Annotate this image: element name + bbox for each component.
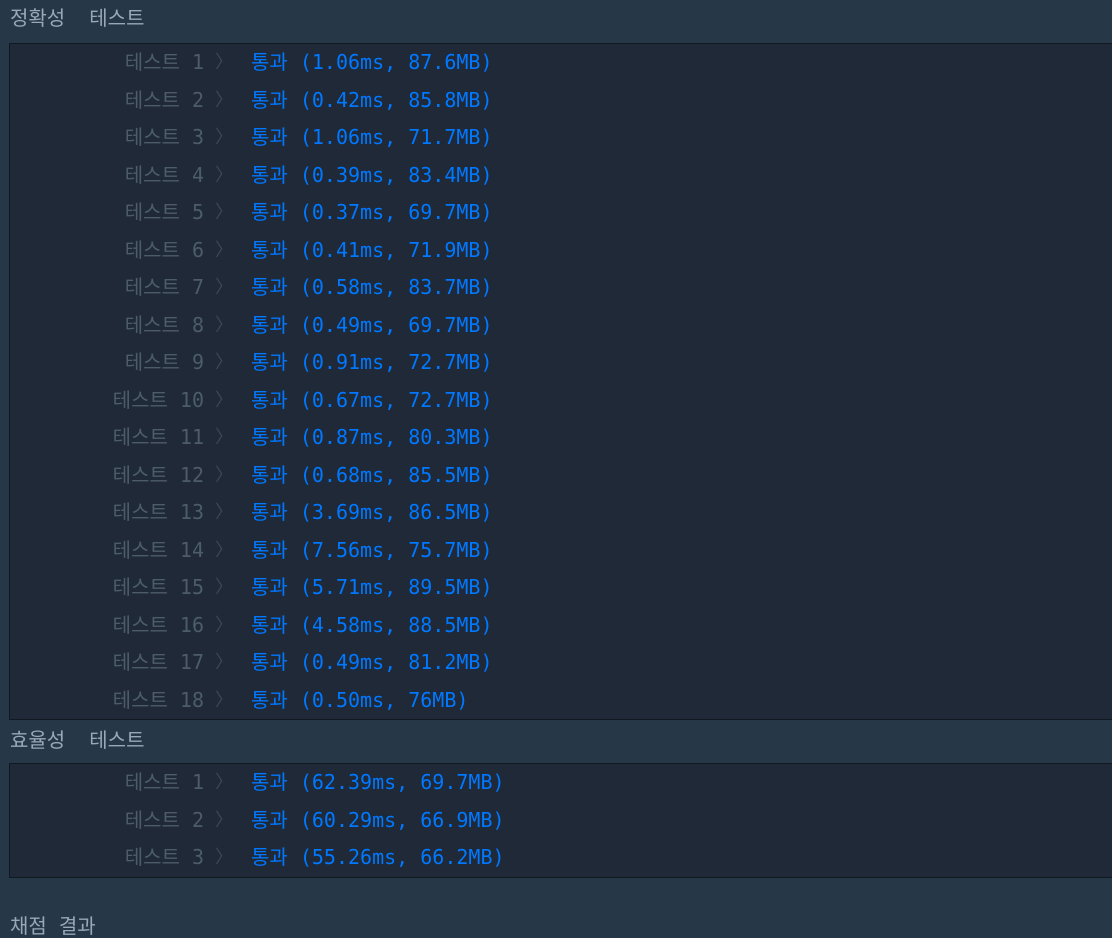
chevron-right-icon: 〉 xyxy=(215,539,233,561)
test-label: 테스트 9 xyxy=(124,350,204,374)
chevron-right-icon: 〉 xyxy=(215,352,233,373)
chevron-right-icon: 〉 xyxy=(215,464,233,486)
test-label: 테스트 3 xyxy=(124,125,204,149)
test-result: 통과 (4.58ms, 88.5MB) xyxy=(251,612,493,637)
chevron-right-icon: 〉 xyxy=(215,202,233,223)
chevron-right-icon: 〉 xyxy=(215,89,233,111)
test-label: 테스트 3 xyxy=(124,845,204,869)
test-result: 통과 (55.26ms, 66.2MB) xyxy=(251,845,505,869)
test-label: 테스트 1 xyxy=(124,50,204,74)
result-row: 테스트 12 〉 통과 (0.68ms, 85.5MB) xyxy=(10,457,1112,494)
result-row: 테스트 4 〉 통과 (0.39ms, 83.4MB) xyxy=(10,157,1112,194)
test-result: 통과 (0.37ms, 69.7MB) xyxy=(251,200,493,224)
section-title-efficiency: 효율성 테스트 xyxy=(10,728,145,752)
test-result: 통과 (0.39ms, 83.4MB) xyxy=(251,162,493,187)
result-row: 테스트 3 〉 통과 (55.26ms, 66.2MB) xyxy=(10,839,1112,876)
test-label: 테스트 16 xyxy=(112,612,204,637)
chevron-right-icon: 〉 xyxy=(215,689,233,711)
test-label: 테스트 2 xyxy=(124,87,204,112)
chevron-right-icon: 〉 xyxy=(215,427,233,448)
test-label: 테스트 12 xyxy=(112,462,204,487)
result-row: 테스트 8 〉 통과 (0.49ms, 69.7MB) xyxy=(10,307,1112,344)
chevron-right-icon: 〉 xyxy=(215,652,233,673)
test-label: 테스트 18 xyxy=(112,687,204,712)
chevron-right-icon: 〉 xyxy=(215,239,233,261)
result-row: 테스트 3 〉 통과 (1.06ms, 71.7MB) xyxy=(10,119,1112,156)
test-label: 테스트 10 xyxy=(112,387,204,412)
result-row: 테스트 6 〉 통과 (0.41ms, 71.9MB) xyxy=(10,232,1112,269)
result-row: 테스트 1 〉 통과 (1.06ms, 87.6MB) xyxy=(10,44,1112,81)
result-row: 테스트 9 〉 통과 (0.91ms, 72.7MB) xyxy=(10,344,1112,381)
test-label: 테스트 15 xyxy=(112,575,204,599)
test-result: 통과 (7.56ms, 75.7MB) xyxy=(251,537,493,562)
chevron-right-icon: 〉 xyxy=(215,127,233,148)
chevron-right-icon: 〉 xyxy=(215,614,233,636)
result-row: 테스트 15 〉 통과 (5.71ms, 89.5MB) xyxy=(10,569,1112,606)
chevron-right-icon: 〉 xyxy=(215,52,233,73)
test-result: 통과 (0.68ms, 85.5MB) xyxy=(251,462,493,487)
result-row: 테스트 10 〉 통과 (0.67ms, 72.7MB) xyxy=(10,382,1112,419)
result-row: 테스트 2 〉 통과 (60.29ms, 66.9MB) xyxy=(10,802,1112,839)
test-label: 테스트 8 xyxy=(124,312,204,337)
test-label: 테스트 14 xyxy=(112,537,204,562)
result-row: 테스트 7 〉 통과 (0.58ms, 83.7MB) xyxy=(10,269,1112,306)
efficiency-results-panel: 테스트 1 〉 통과 (62.39ms, 69.7MB) 테스트 2 〉 통과 (60.… xyxy=(9,763,1112,878)
correctness-results-panel: 테스트 1 〉 통과 (1.06ms, 87.6MB) 테스트 2 〉 통과 (0.42… xyxy=(9,43,1112,720)
test-result: 통과 (0.41ms, 71.9MB) xyxy=(251,237,493,262)
test-result: 통과 (0.58ms, 83.7MB) xyxy=(251,275,493,299)
section-title-correctness: 정확성 테스트 xyxy=(10,6,145,30)
chevron-right-icon: 〉 xyxy=(215,164,233,186)
test-result: 통과 (0.91ms, 72.7MB) xyxy=(251,350,493,374)
test-result: 통과 (0.87ms, 80.3MB) xyxy=(251,425,493,449)
result-row: 테스트 13 〉 통과 (3.69ms, 86.5MB) xyxy=(10,494,1112,531)
test-result: 통과 (5.71ms, 89.5MB) xyxy=(251,575,493,599)
chevron-right-icon: 〉 xyxy=(215,772,233,793)
test-label: 테스트 13 xyxy=(112,500,204,524)
test-label: 테스트 2 xyxy=(124,807,204,832)
test-label: 테스트 1 xyxy=(124,770,204,794)
result-row: 테스트 11 〉 통과 (0.87ms, 80.3MB) xyxy=(10,419,1112,456)
test-result: 통과 (0.67ms, 72.7MB) xyxy=(251,387,493,412)
test-result: 통과 (62.39ms, 69.7MB) xyxy=(251,770,505,794)
test-label: 테스트 5 xyxy=(124,200,204,224)
chevron-right-icon: 〉 xyxy=(215,847,233,868)
section-title-grading-result: 채점 결과 xyxy=(10,914,96,938)
test-label: 테스트 7 xyxy=(124,275,204,299)
test-result: 통과 (60.29ms, 66.9MB) xyxy=(251,807,505,832)
result-row: 테스트 2 〉 통과 (0.42ms, 85.8MB) xyxy=(10,82,1112,119)
chevron-right-icon: 〉 xyxy=(215,502,233,523)
chevron-right-icon: 〉 xyxy=(215,277,233,298)
test-result: 통과 (0.49ms, 69.7MB) xyxy=(251,312,493,337)
test-result: 통과 (3.69ms, 86.5MB) xyxy=(251,500,493,524)
chevron-right-icon: 〉 xyxy=(215,577,233,598)
test-result: 통과 (0.49ms, 81.2MB) xyxy=(251,650,493,674)
test-label: 테스트 4 xyxy=(124,162,204,187)
test-label: 테스트 6 xyxy=(124,237,204,262)
test-result: 통과 (1.06ms, 87.6MB) xyxy=(251,50,493,74)
test-result: 통과 (1.06ms, 71.7MB) xyxy=(251,125,493,149)
result-row: 테스트 17 〉 통과 (0.49ms, 81.2MB) xyxy=(10,644,1112,681)
test-label: 테스트 17 xyxy=(112,650,204,674)
result-row: 테스트 14 〉 통과 (7.56ms, 75.7MB) xyxy=(10,532,1112,569)
result-row: 테스트 5 〉 통과 (0.37ms, 69.7MB) xyxy=(10,194,1112,231)
test-label: 테스트 11 xyxy=(112,425,204,449)
result-row: 테스트 18 〉 통과 (0.50ms, 76MB) xyxy=(10,682,1112,719)
chevron-right-icon: 〉 xyxy=(215,314,233,336)
test-result: 통과 (0.42ms, 85.8MB) xyxy=(251,87,493,112)
result-row: 테스트 16 〉 통과 (4.58ms, 88.5MB) xyxy=(10,607,1112,644)
chevron-right-icon: 〉 xyxy=(215,389,233,411)
result-row: 테스트 1 〉 통과 (62.39ms, 69.7MB) xyxy=(10,764,1112,801)
test-result: 통과 (0.50ms, 76MB) xyxy=(251,687,469,712)
chevron-right-icon: 〉 xyxy=(215,809,233,831)
